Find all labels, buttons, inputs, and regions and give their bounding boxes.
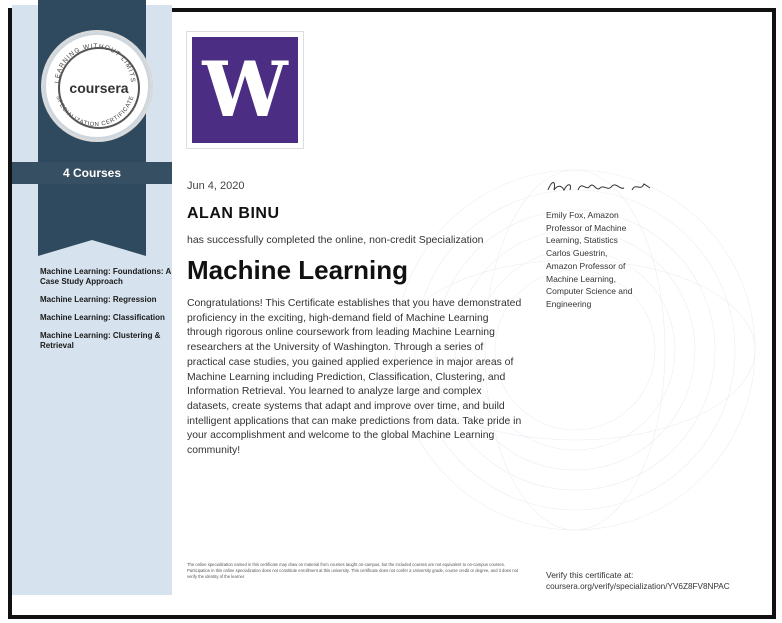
logo-letter: W: [202, 45, 288, 134]
seal-inner: coursera: [58, 47, 140, 129]
ribbon-tail: [38, 236, 146, 256]
course-item: Machine Learning: Regression: [40, 295, 157, 304]
coursera-seal-icon: LEARNING WITHOUT LIMITS SPECIALIZATION C…: [41, 30, 153, 142]
course-item: Machine Learning: Foundations: A Case St…: [40, 267, 171, 286]
fine-print-disclaimer: The online specialization named in this …: [187, 562, 519, 579]
signer-line: Professor of Machine: [546, 222, 627, 233]
signers-block: Emily Fox, Amazon Professor of Machine L…: [546, 209, 656, 311]
signature-icon: [547, 182, 651, 192]
course-item: Machine Learning: Classification: [40, 313, 165, 322]
courses-count: 4 Courses: [62, 166, 122, 180]
signer-line: Engineering: [546, 298, 592, 309]
certificate-body: Congratulations! This Certificate establ…: [187, 298, 522, 457]
signer-line: Amazon Professor of: [546, 260, 626, 271]
signer-line: Learning, Statistics: [546, 235, 618, 246]
verify-label: Verify this certificate at:: [546, 570, 634, 580]
certificate-date: Jun 4, 2020: [187, 180, 245, 192]
seal-brand: coursera: [69, 80, 129, 96]
specialization-title: Machine Learning: [187, 255, 409, 285]
recipient-name: ALAN BINU: [187, 205, 280, 222]
signer-line: Emily Fox, Amazon: [546, 210, 619, 220]
course-list: Machine Learning: Foundations: A Case St…: [40, 267, 175, 359]
signer-line: Carlos Guestrin,: [546, 248, 608, 259]
completion-statement: has successfully completed the online, n…: [187, 234, 484, 246]
verify-url-link[interactable]: coursera.org/verify/specialization/YV6Z8…: [546, 582, 730, 591]
signer-line: Computer Science and: [546, 286, 633, 297]
course-item: Machine Learning: Clustering & Retrieval: [40, 331, 161, 350]
university-of-washington-logo: W: [187, 32, 303, 148]
signer-line: Machine Learning,: [546, 273, 616, 284]
logo-badge: W: [192, 37, 298, 143]
